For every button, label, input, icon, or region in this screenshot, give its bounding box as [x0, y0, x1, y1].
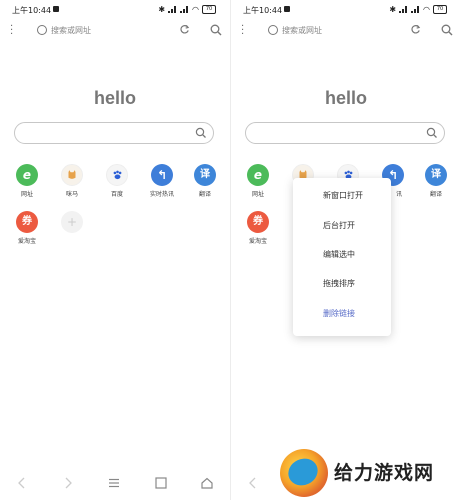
- menu-item-delete-link[interactable]: 删除链接: [323, 308, 355, 319]
- shortcut-wangzhi[interactable]: e 网址: [238, 164, 278, 198]
- bluetooth-icon: ✱: [158, 5, 166, 14]
- add-shortcut-button[interactable]: +: [52, 211, 92, 233]
- menu-item-drag-sort[interactable]: 拖拽排序: [323, 278, 355, 289]
- shortcut-taobao[interactable]: 券 爱淘宝: [238, 211, 278, 245]
- search-icon[interactable]: [426, 127, 438, 139]
- wifi-icon: ◠: [192, 5, 199, 14]
- coupon-icon: 券: [247, 211, 269, 233]
- more-menu-icon[interactable]: · · ·: [10, 22, 14, 40]
- shortcut-label: 实时热讯: [149, 191, 174, 198]
- wangzhi-icon: e: [247, 164, 269, 186]
- watermark-text: 给力游戏网: [334, 462, 435, 484]
- status-time: 上午10:44: [243, 6, 283, 15]
- home-title: hello: [324, 88, 367, 108]
- signal-icon: [411, 6, 420, 13]
- plus-icon: +: [61, 211, 83, 233]
- back-icon[interactable]: [246, 476, 260, 490]
- status-time: 上午10:44: [12, 6, 52, 15]
- search-icon[interactable]: [441, 24, 453, 36]
- shortcut-taobao[interactable]: 券 爱淘宝: [7, 211, 47, 245]
- menu-item-open-new-window[interactable]: 新窗口打开: [323, 190, 363, 201]
- shortcut-label: 百度: [110, 191, 123, 198]
- menu-item-open-background[interactable]: 后台打开: [323, 220, 355, 231]
- menu-icon[interactable]: [107, 476, 121, 490]
- more-menu-icon[interactable]: · · ·: [241, 22, 245, 40]
- bluetooth-icon: ✱: [389, 5, 397, 14]
- address-toolbar: · · · 搜索或网址: [0, 21, 230, 41]
- forward-icon[interactable]: [61, 476, 75, 490]
- translate-icon: 译: [194, 164, 216, 186]
- wangzhi-icon: e: [16, 164, 38, 186]
- search-icon[interactable]: [210, 24, 222, 36]
- shortcut-translate[interactable]: 译 翻译: [185, 164, 225, 198]
- battery-icon: 70: [433, 5, 447, 14]
- status-icons: ✱ ◠ 70: [389, 5, 447, 14]
- refresh-icon[interactable]: [410, 24, 421, 35]
- signal-icon: [168, 6, 177, 13]
- lock-icon: [284, 6, 290, 12]
- wifi-icon: ◠: [423, 5, 430, 14]
- address-toolbar: · · · 搜索或网址: [231, 21, 461, 41]
- menu-item-edit-selected[interactable]: 编辑选中: [323, 249, 355, 260]
- home-search-input[interactable]: [14, 122, 214, 144]
- globe-icon: [268, 25, 278, 35]
- lock-icon: [53, 6, 59, 12]
- address-input[interactable]: 搜索或网址: [282, 25, 322, 36]
- shortcut-baidu[interactable]: 百度: [97, 164, 137, 198]
- back-icon[interactable]: [15, 476, 29, 490]
- shortcut-label: 翻译: [198, 191, 211, 198]
- coupon-icon: 券: [16, 211, 38, 233]
- browser-home-right: 上午10:44 ✱ ◠ 70 ··· 搜索或网址 hello e 网址 ↰: [231, 0, 461, 500]
- context-menu: 新窗口打开 后台打开 编辑选中 拖拽排序 删除链接: [293, 178, 391, 336]
- shortcut-label: 咪马: [65, 191, 78, 198]
- shortcut-mima[interactable]: 咪马: [52, 164, 92, 198]
- home-icon[interactable]: [200, 476, 214, 490]
- tabs-icon[interactable]: [154, 476, 168, 490]
- signal-icon: [399, 6, 408, 13]
- shortcut-label: 爱淘宝: [248, 238, 267, 245]
- globe-icon: [37, 25, 47, 35]
- shortcut-translate[interactable]: 译 翻译: [416, 164, 456, 198]
- watermark-badge: 给力游戏网: [268, 443, 461, 500]
- home-title: hello: [93, 88, 136, 108]
- address-input[interactable]: 搜索或网址: [51, 25, 91, 36]
- search-icon[interactable]: [195, 127, 207, 139]
- shortcut-label: 网址: [251, 191, 264, 198]
- signal-icon: [180, 6, 189, 13]
- paw-icon: [106, 164, 128, 186]
- bottom-nav: [0, 470, 230, 500]
- browser-home-left: 上午10:44 ✱ ◠ 70 ··· 搜索或网址 hello e 网址 咪马: [0, 0, 230, 500]
- status-bar: 上午10:44 ✱ ◠ 70: [0, 4, 230, 18]
- shortcut-label: 网址: [20, 191, 33, 198]
- shortcut-label: 翻译: [429, 191, 442, 198]
- battery-icon: 70: [202, 5, 216, 14]
- cat-icon: [61, 164, 83, 186]
- news-icon: ↰: [151, 164, 173, 186]
- home-search-input[interactable]: [245, 122, 445, 144]
- shortcut-news[interactable]: ↰ 实时热讯: [142, 164, 182, 198]
- site-logo-icon: [280, 449, 328, 497]
- status-icons: ✱ ◠ 70: [158, 5, 216, 14]
- refresh-icon[interactable]: [179, 24, 190, 35]
- translate-icon: 译: [425, 164, 447, 186]
- shortcut-label: 爱淘宝: [17, 238, 36, 245]
- status-bar: 上午10:44 ✱ ◠ 70: [231, 4, 461, 18]
- shortcut-wangzhi[interactable]: e 网址: [7, 164, 47, 198]
